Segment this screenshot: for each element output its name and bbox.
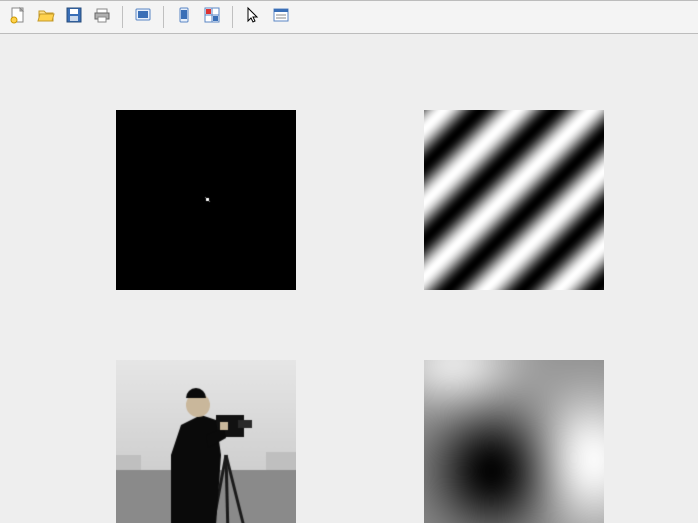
device-button[interactable] [172,5,196,29]
open-file-button[interactable] [34,5,58,29]
grid-icon [203,6,221,29]
impulse-image [116,110,296,290]
toolbar [0,0,698,34]
open-file-icon [37,6,55,29]
grid-button[interactable] [200,5,224,29]
new-file-icon [9,6,27,29]
new-file-button[interactable] [6,5,30,29]
subplot-2 [424,110,604,290]
device-icon [175,6,193,29]
sine-image [424,110,604,290]
print-button[interactable] [90,5,114,29]
save-icon [65,6,83,29]
screenshot-button[interactable] [131,5,155,29]
pointer-icon [244,6,262,29]
inspector-icon [272,6,290,29]
figure-area [0,34,698,521]
toolbar-separator [163,6,164,28]
subplot-3 [116,360,296,523]
screenshot-icon [134,6,152,29]
subplot-1 [116,110,296,290]
blur-image [424,360,604,523]
cameraman-image [116,360,296,523]
toolbar-separator [232,6,233,28]
toolbar-separator [122,6,123,28]
pointer-button[interactable] [241,5,265,29]
print-icon [93,6,111,29]
inspector-button[interactable] [269,5,293,29]
save-button[interactable] [62,5,86,29]
subplot-4 [424,360,604,523]
